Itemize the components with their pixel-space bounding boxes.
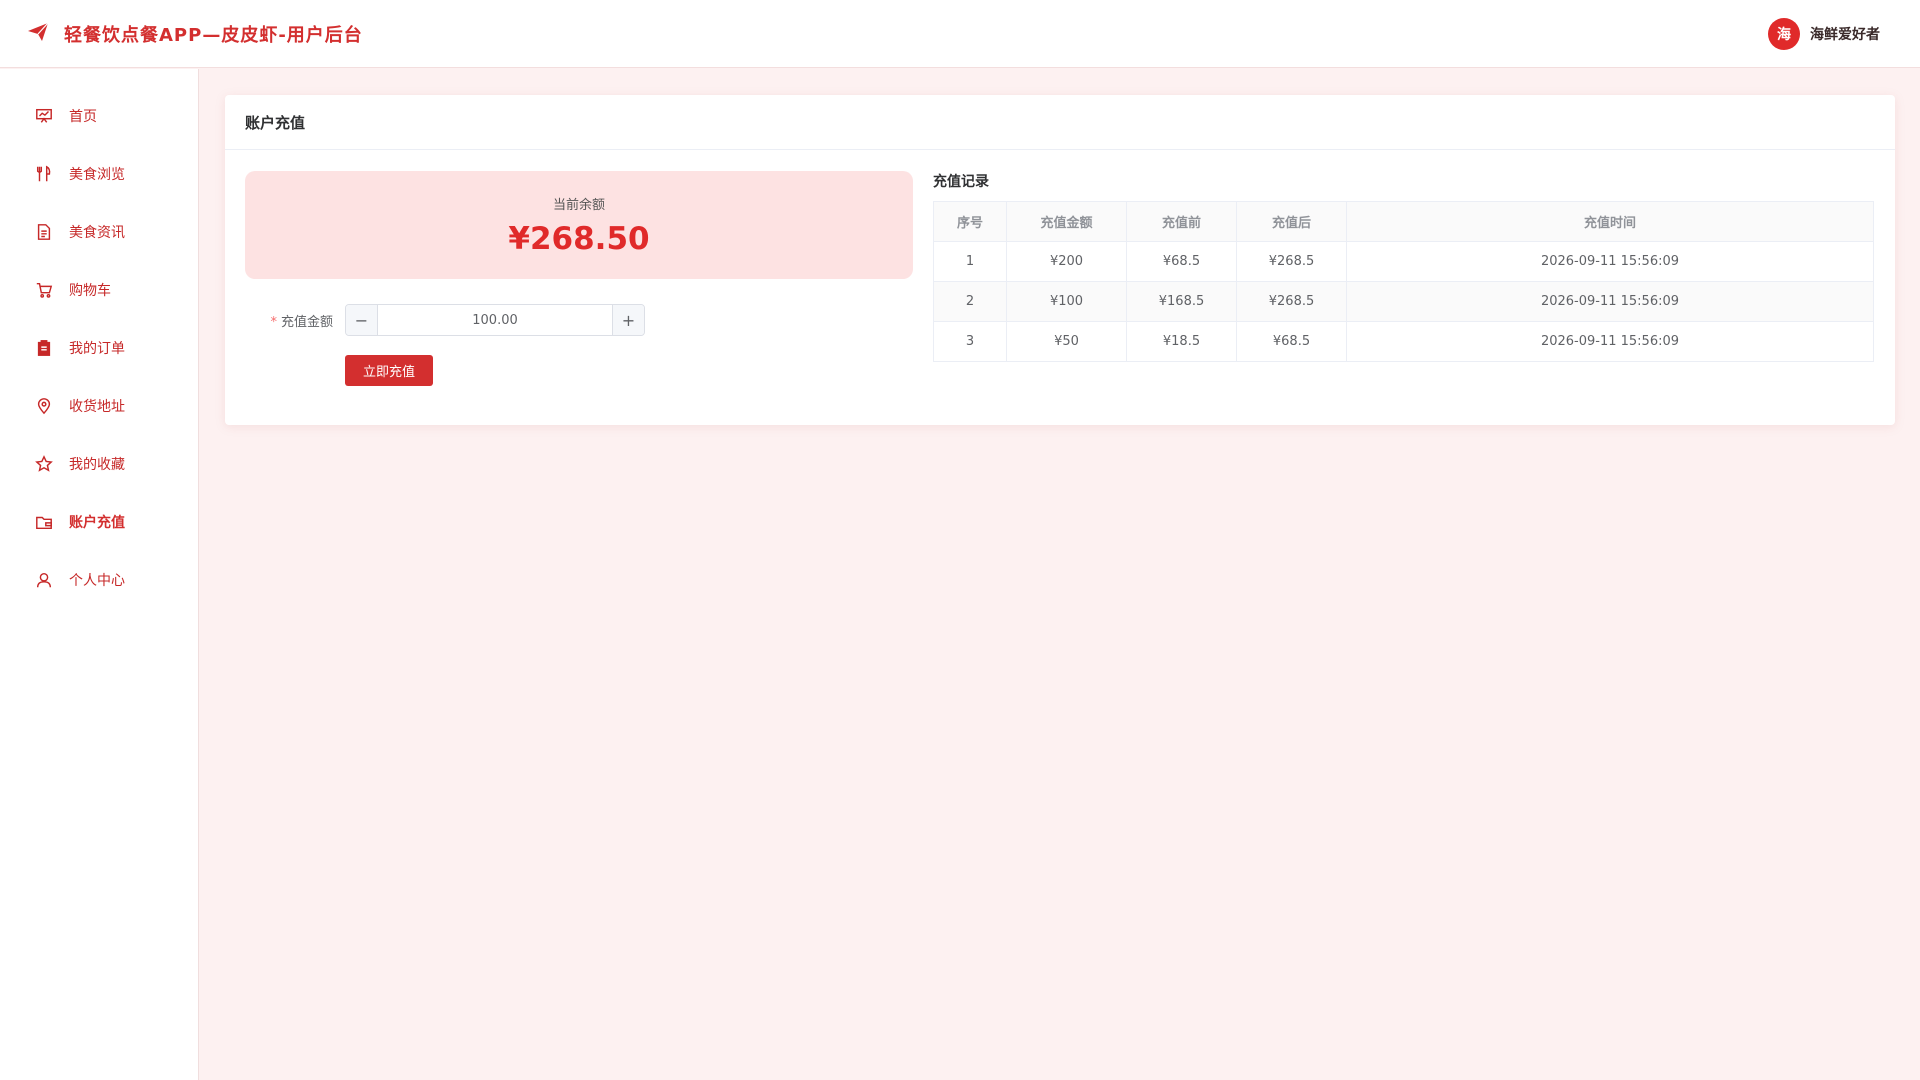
sidebar-item-label: 账户充值 — [69, 515, 125, 531]
recharge-card: 账户充值 当前余额 ¥268.50 *充值金额 − + 立即充值 充值记录 序号… — [225, 95, 1895, 425]
amount-form-row: *充值金额 − + — [245, 304, 645, 336]
cell-before: ¥168.5 — [1126, 281, 1237, 322]
fork-knife-icon — [36, 165, 51, 182]
sidebar-item-food-news[interactable]: 美食资讯 — [0, 203, 198, 261]
user-icon — [36, 572, 52, 588]
col-before: 充值前 — [1126, 201, 1237, 242]
balance-value: ¥268.50 — [508, 220, 650, 257]
amount-input[interactable] — [378, 305, 612, 335]
cell-index: 2 — [933, 281, 1007, 322]
cart-icon — [36, 282, 53, 298]
amount-label: * 充值金额 — [245, 311, 345, 330]
cell-index: 1 — [933, 241, 1007, 282]
sidebar-item-label: 美食资讯 — [69, 225, 125, 241]
app-title: 轻餐饮点餐APP—皮皮虾-用户后台 — [64, 24, 363, 46]
clipboard-icon — [37, 340, 51, 356]
cell-time: 2026-09-11 15:56:09 — [1346, 281, 1874, 322]
amount-stepper: − + — [345, 304, 645, 336]
balance-label: 当前余额 — [552, 197, 605, 213]
cell-before: ¥68.5 — [1126, 241, 1237, 282]
sidebar-item-label: 收货地址 — [69, 399, 125, 415]
avatar[interactable]: 海 — [1768, 17, 1800, 50]
sidebar-item-label: 购物车 — [69, 283, 111, 299]
sidebar-item-food-browse[interactable]: 美食浏览 — [0, 145, 198, 203]
cell-after: ¥268.5 — [1236, 281, 1347, 322]
chart-board-icon — [36, 108, 52, 123]
table-row: 2 ¥100 ¥168.5 ¥268.5 2026-09-11 15:56:09 — [933, 281, 1874, 322]
cell-amount: ¥100 — [1006, 281, 1127, 322]
cell-amount: ¥200 — [1006, 241, 1127, 282]
table-row: 3 ¥50 ¥18.5 ¥68.5 2026-09-11 15:56:09 — [933, 321, 1874, 362]
sidebar-item-profile[interactable]: 个人中心 — [0, 551, 198, 609]
cell-amount: ¥50 — [1006, 321, 1127, 362]
sidebar-item-label: 我的订单 — [69, 341, 125, 357]
user-menu[interactable]: 海 海鲜爱好者 — [1768, 17, 1880, 50]
sidebar-item-label: 我的收藏 — [69, 457, 125, 473]
user-name[interactable]: 海鲜爱好者 — [1810, 24, 1880, 44]
cell-before: ¥18.5 — [1126, 321, 1237, 362]
records-title: 充值记录 — [933, 174, 989, 190]
brand[interactable]: 轻餐饮点餐APP—皮皮虾-用户后台 — [26, 20, 363, 48]
cell-time: 2026-09-11 15:56:09 — [1346, 241, 1874, 282]
cell-after: ¥68.5 — [1236, 321, 1347, 362]
increment-button[interactable]: + — [612, 305, 644, 335]
paper-plane-icon — [26, 20, 50, 48]
sidebar: 首页 美食浏览 美食资讯 购物车 我的订单 收货地址 我的收藏 账户充值 个人中… — [0, 69, 199, 1080]
top-header: 轻餐饮点餐APP—皮皮虾-用户后台 海 海鲜爱好者 — [0, 0, 1920, 68]
sidebar-item-address[interactable]: 收货地址 — [0, 377, 198, 435]
document-icon — [37, 224, 51, 240]
location-pin-icon — [37, 398, 51, 415]
table-row: 1 ¥200 ¥68.5 ¥268.5 2026-09-11 15:56:09 — [933, 241, 1874, 282]
sidebar-item-orders[interactable]: 我的订单 — [0, 319, 198, 377]
col-index: 序号 — [933, 201, 1007, 242]
required-mark: * — [270, 314, 277, 330]
recharge-submit-button[interactable]: 立即充值 — [345, 355, 433, 386]
sidebar-item-home[interactable]: 首页 — [0, 87, 198, 145]
cell-index: 3 — [933, 321, 1007, 362]
col-after: 充值后 — [1236, 201, 1347, 242]
balance-panel: 当前余额 ¥268.50 — [245, 171, 913, 279]
col-time: 充值时间 — [1346, 201, 1874, 242]
sidebar-item-label: 个人中心 — [69, 573, 125, 589]
records-table: 序号 充值金额 充值前 充值后 充值时间 1 ¥200 ¥68.5 ¥268.5… — [933, 201, 1874, 362]
star-icon — [35, 455, 53, 472]
wallet-icon — [36, 516, 52, 530]
cell-after: ¥268.5 — [1236, 241, 1347, 282]
table-header-row: 序号 充值金额 充值前 充值后 充值时间 — [933, 201, 1874, 242]
card-title: 账户充值 — [225, 95, 1895, 150]
sidebar-item-favorites[interactable]: 我的收藏 — [0, 435, 198, 493]
recharge-records: 充值记录 序号 充值金额 充值前 充值后 充值时间 1 ¥200 ¥68.5 ¥… — [933, 171, 1874, 362]
amount-label-text: 充值金额 — [280, 314, 333, 330]
cell-time: 2026-09-11 15:56:09 — [1346, 321, 1874, 362]
sidebar-item-label: 美食浏览 — [69, 167, 125, 183]
decrement-button[interactable]: − — [346, 305, 378, 335]
sidebar-item-cart[interactable]: 购物车 — [0, 261, 198, 319]
sidebar-item-recharge[interactable]: 账户充值 — [0, 493, 198, 551]
sidebar-item-label: 首页 — [69, 109, 97, 125]
col-amount: 充值金额 — [1006, 201, 1127, 242]
